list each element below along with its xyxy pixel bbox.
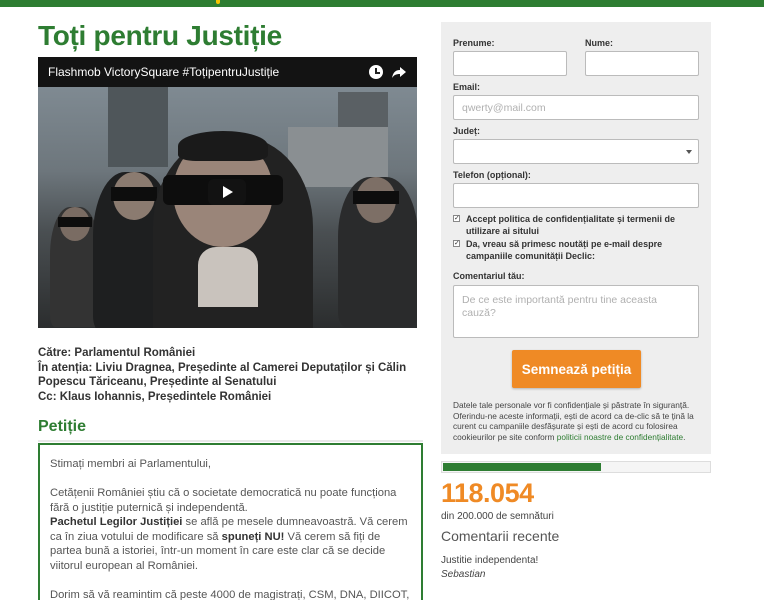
petition-greeting: Stimați membri ai Parlamentului, [50,458,212,470]
last-name-label: Nume: [585,38,614,48]
sign-petition-button[interactable]: Semnează petiția [512,350,641,388]
signature-goal: din 200.000 de semnături [441,511,554,522]
signature-count: 118.054 [441,478,534,508]
video-header: Flashmob VictorySquare #ToțipentruJustiț… [38,57,417,87]
top-bar [0,0,764,7]
play-icon[interactable] [208,179,246,205]
email-label: Email: [453,82,481,92]
top-bar-accent [216,0,220,4]
page-title: Toți pentru Justiție [38,20,282,51]
comment-label: Comentariul tău: [453,271,525,281]
recent-comment-text: Justitie independenta! [441,555,539,566]
consent-checkbox[interactable]: ✓ [453,215,460,222]
petition-paragraph: Dorim să vă reamintim că peste 4000 de m… [50,588,410,600]
county-select[interactable] [453,139,699,164]
privacy-policy-link[interactable]: politicii noastre de confidențialitate [557,432,683,442]
phone-label: Telefon (opțional): [453,170,531,180]
share-icon[interactable] [391,64,407,80]
signature-form: Prenume: Nume: Email: Județ: Telefon (op… [441,22,711,454]
last-name-field[interactable] [585,51,699,76]
blindfolded-person [338,177,417,327]
video-thumbnail[interactable] [38,87,417,328]
petition-heading: Petiție [38,418,87,435]
background-building [108,87,168,167]
first-name-label: Prenume: [453,38,495,48]
clock-icon[interactable] [369,65,383,79]
chevron-down-icon [686,150,692,154]
petition-text: Stimați membri ai Parlamentului, Cetățen… [38,443,423,600]
addressee-to: Către: Parlamentul României [38,347,196,359]
privacy-note: Datele tale personale vor fi confidenția… [453,400,694,442]
signature-progress-bar [441,461,711,473]
comment-field[interactable] [453,285,699,338]
video-title[interactable]: Flashmob VictorySquare #ToțipentruJustiț… [48,65,279,79]
divider [38,440,423,442]
progress-fill [443,463,601,471]
newsletter-label: Da, vreau să primesc noutăți pe e-mail d… [466,239,663,261]
addressee-attention: În atenția: Liviu Dragnea, Președinte al… [38,361,407,389]
addressee-cc: Cc: Klaus Iohannis, Președintele Românie… [38,390,272,403]
recent-comments-title: Comentarii recente [441,528,560,544]
newsletter-checkbox[interactable]: ✓ [453,240,460,247]
first-name-field[interactable] [453,51,567,76]
video-player[interactable]: Flashmob VictorySquare #ToțipentruJustiț… [38,57,417,328]
recent-comment-author: Sebastian [441,569,486,580]
petition-addressee: Către: Parlamentul României În atenția: … [38,346,423,404]
consent-label: Accept politica de confidențialitate și … [466,214,676,236]
blindfolded-person-main [153,131,313,328]
email-field[interactable] [453,95,699,120]
petition-bold: Pachetul Legilor Justiției [50,516,183,528]
petition-bold: spuneți NU! [221,530,285,543]
phone-field[interactable] [453,183,699,208]
county-label: Județ: [453,126,480,136]
petition-paragraph: Cetățenii României știu că o societate d… [50,487,408,572]
